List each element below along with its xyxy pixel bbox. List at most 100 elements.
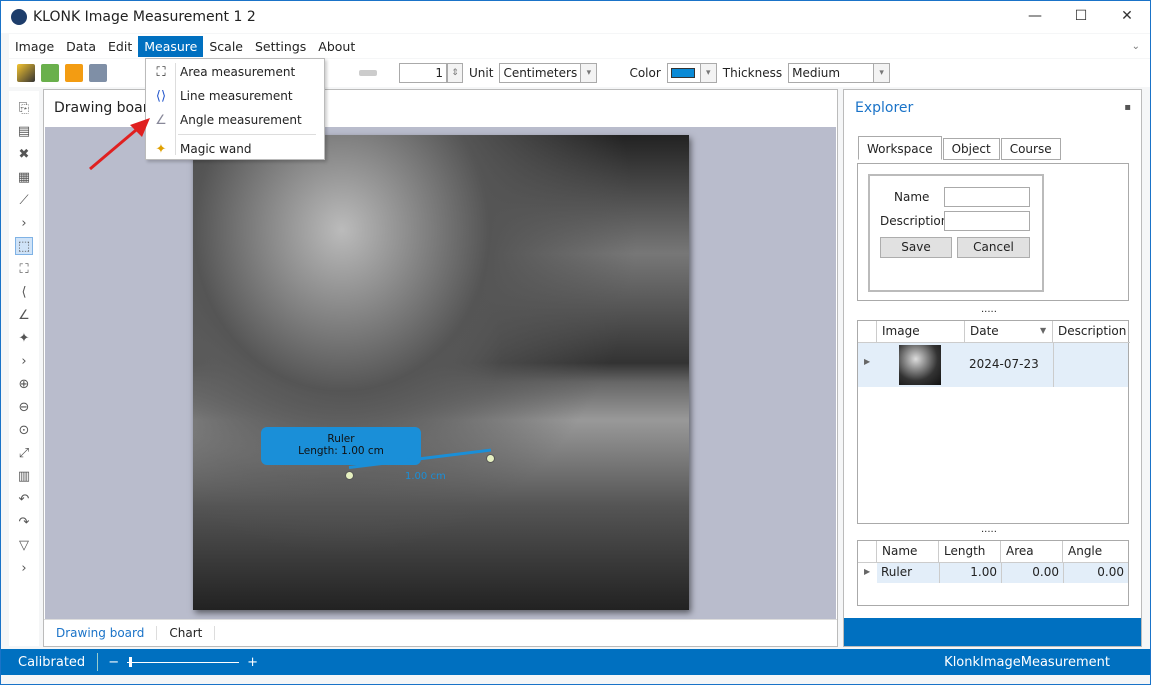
explorer-panel: Explorer ▪ Workspace Object Course Name … <box>843 89 1142 647</box>
splitter-handle[interactable]: ..... <box>981 304 997 315</box>
export-icon[interactable]: ▥ <box>15 467 33 485</box>
delete-icon[interactable]: ✖ <box>15 145 33 163</box>
pin-icon[interactable]: ▪ <box>1124 102 1131 113</box>
workspace-tab-body: Name Description Save Cancel <box>857 163 1129 301</box>
col-image[interactable]: Image <box>877 321 965 343</box>
menu-settings[interactable]: Settings <box>249 36 312 57</box>
menu-edit[interactable]: Edit <box>102 36 138 57</box>
description-input[interactable] <box>944 211 1030 231</box>
tab-chart[interactable]: Chart <box>157 626 216 640</box>
zoom-fit-icon[interactable]: ⊙ <box>15 421 33 439</box>
color-picker[interactable] <box>666 63 701 83</box>
tab-drawing-board[interactable]: Drawing board <box>44 626 158 640</box>
measure-menu: ⛶ Area measurement ⟨⟩ Line measurement ∠ An… <box>145 58 325 160</box>
delete-all-icon[interactable]: ▦ <box>15 168 33 186</box>
menu-angle-measurement[interactable]: ∠ Angle measurement <box>146 108 324 132</box>
expand-icon[interactable]: › <box>15 352 33 370</box>
area-tool-icon[interactable]: ⛶ <box>15 260 33 278</box>
ruler-end-handle[interactable] <box>486 454 495 463</box>
fit-screen-icon[interactable]: ⤢ <box>15 444 33 462</box>
drawing-board-panel: Drawing board Ruler Length: 1.00 cm 1.00 … <box>43 89 838 647</box>
chevron-down-icon[interactable]: ⌄ <box>1132 41 1140 52</box>
tab-workspace[interactable]: Workspace <box>858 136 942 160</box>
paste-icon[interactable]: ▤ <box>15 122 33 140</box>
red-arrow-annotation <box>89 118 150 171</box>
name-input[interactable] <box>944 187 1030 207</box>
left-toolbar: ⎘ ▤ ✖ ▦ ⟋ › ⬚ ⛶ ⟨ ∠ ✦ › ⊕ ⊖ ⊙ ⤢ ▥ ↶ ↷ ▽ … <box>9 91 39 646</box>
menu-area-measurement[interactable]: ⛶ Area measurement <box>146 60 324 84</box>
col-angle[interactable]: Angle <box>1063 541 1128 563</box>
expand-icon[interactable]: › <box>15 214 33 232</box>
tab-object[interactable]: Object <box>942 138 1000 160</box>
table-row[interactable]: ▶ 2024-07-23 <box>858 343 1128 387</box>
color-label: Color <box>629 66 661 80</box>
thickness-select[interactable]: Medium <box>788 63 875 83</box>
tab-course[interactable]: Course <box>1000 138 1061 160</box>
col-description[interactable]: Description <box>1053 321 1130 343</box>
menu-magic-wand[interactable]: ✦ Magic wand <box>146 137 324 161</box>
image-table: Image Date ▼ Description ▶ 2024-07-23 <box>857 320 1130 524</box>
menu-line-measurement[interactable]: ⟨⟩ Line measurement <box>146 84 324 108</box>
line-measurement-icon: ⟨⟩ <box>155 88 167 104</box>
menu-data[interactable]: Data <box>60 36 102 57</box>
wand-tool-icon[interactable] <box>17 64 35 82</box>
ruler-length: Length: 1.00 cm <box>298 445 384 457</box>
calibrated-status: Calibrated <box>18 654 86 670</box>
title-bar: KLONK Image Measurement 1 2 — ☐ ✕ <box>1 1 1150 33</box>
angle-tool-icon[interactable]: ∠ <box>15 306 33 324</box>
filter-icon[interactable]: ▽ <box>15 536 33 554</box>
menu-scale[interactable]: Scale <box>203 36 249 57</box>
name-cell: Ruler <box>877 563 939 583</box>
add-image-icon[interactable] <box>41 64 59 82</box>
undo-icon[interactable]: ↶ <box>15 490 33 508</box>
area-cell: 0.00 <box>1001 563 1063 583</box>
row-indicator-icon: ▶ <box>864 357 871 366</box>
drawing-canvas[interactable]: Ruler Length: 1.00 cm 1.00 cm <box>45 127 836 619</box>
cancel-button[interactable]: Cancel <box>957 237 1030 258</box>
description-cell <box>1053 343 1054 387</box>
app-window: KLONK Image Measurement 1 2 — ☐ ✕ Image … <box>0 0 1151 685</box>
zoom-out-icon[interactable]: ⊖ <box>15 398 33 416</box>
col-name[interactable]: Name <box>877 541 939 563</box>
menu-measure[interactable]: Measure <box>138 35 204 57</box>
zoom-in-button[interactable]: + <box>247 655 258 670</box>
select-tool-icon[interactable]: ⬚ <box>15 237 33 255</box>
polyline-tool-icon[interactable]: ⟨ <box>15 283 33 301</box>
area-measurement-icon: ⛶ <box>156 64 166 80</box>
menu-image[interactable]: Image <box>9 36 60 57</box>
color-dropdown-icon[interactable]: ▾ <box>700 63 717 83</box>
value-spinner[interactable]: ⇕ <box>447 63 463 83</box>
magic-wand-tool-icon[interactable]: ✦ <box>15 329 33 347</box>
expand-icon[interactable]: › <box>15 559 33 577</box>
splitter-handle-2[interactable]: ..... <box>981 524 997 535</box>
minimize-button[interactable]: — <box>1012 1 1058 31</box>
menu-about[interactable]: About <box>312 36 361 57</box>
length-cell: 1.00 <box>939 563 1001 583</box>
zoom-slider[interactable] <box>127 656 240 667</box>
thickness-dropdown-icon[interactable]: ▾ <box>874 63 891 83</box>
ruler-start-handle[interactable] <box>345 471 354 480</box>
close-button[interactable]: ✕ <box>1104 1 1150 31</box>
zoom-in-icon[interactable]: ⊕ <box>15 375 33 393</box>
landscape-image: Ruler Length: 1.00 cm 1.00 cm <box>193 135 689 610</box>
col-area[interactable]: Area <box>1001 541 1063 563</box>
unit-dropdown-icon[interactable]: ▾ <box>581 63 598 83</box>
unit-select[interactable]: Centimeters <box>499 63 582 83</box>
window-title: KLONK Image Measurement 1 2 <box>33 9 256 25</box>
row-indicator-icon: ▶ <box>864 567 871 576</box>
scanner-icon[interactable] <box>89 64 107 82</box>
zoom-out-button[interactable]: − <box>108 655 119 670</box>
sort-icon: ▼ <box>1040 326 1047 335</box>
menu-bar: Image Data Edit Measure Scale Settings A… <box>9 34 1150 58</box>
save-button[interactable]: Save <box>880 237 952 258</box>
workspace-form: Name Description Save Cancel <box>868 174 1044 292</box>
copy-icon[interactable]: ⎘ <box>15 99 33 117</box>
col-length[interactable]: Length <box>939 541 1001 563</box>
maximize-button[interactable]: ☐ <box>1058 1 1104 31</box>
redo-icon[interactable]: ↷ <box>15 513 33 531</box>
value-input[interactable]: 1 <box>399 63 447 83</box>
table-row[interactable]: ▶ Ruler 1.00 0.00 0.00 <box>858 563 1128 583</box>
app-name-status: KlonkImageMeasurement <box>944 654 1110 670</box>
map-pin-icon[interactable] <box>65 64 83 82</box>
line-tool-icon[interactable]: ⟋ <box>15 191 33 209</box>
